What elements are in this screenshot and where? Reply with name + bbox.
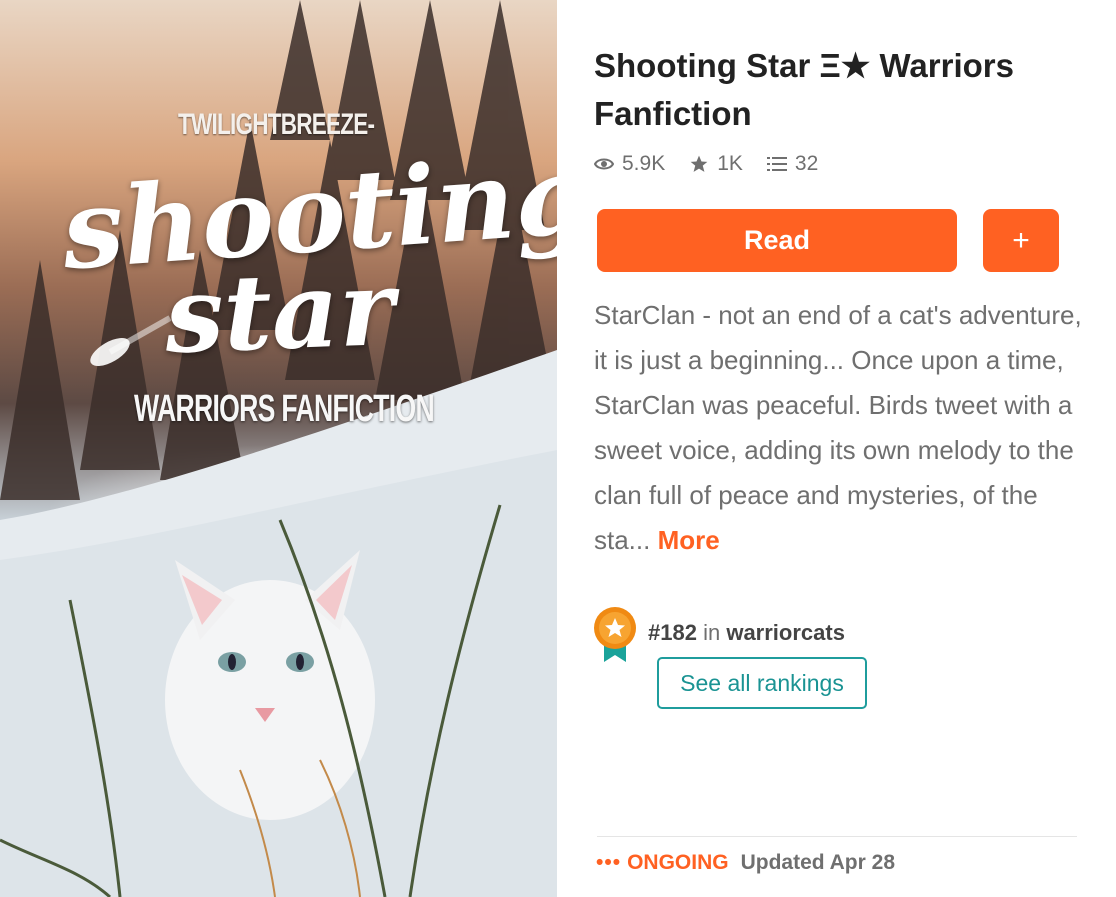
votes-count: 1K (717, 152, 743, 175)
ranking-text: #182 in warriorcats (648, 620, 845, 646)
description-text: StarClan - not an end of a cat's adventu… (594, 300, 1082, 555)
rank-in: in (703, 620, 721, 645)
story-title: Shooting Star Ξ★ Warriors Fanfiction (594, 47, 1014, 132)
cat-illustration (165, 550, 375, 820)
read-button[interactable]: Read (597, 209, 957, 272)
parts-count: 32 (794, 152, 819, 175)
cover-subtitle: WARRIORS FANFICTION (134, 388, 435, 430)
book-cover: TWILIGHTBREEZE- shooting star WARRIORS F… (0, 0, 557, 897)
ranking-medal-icon (594, 607, 636, 662)
star-icon (690, 155, 708, 172)
rank-number: #182 (648, 620, 697, 645)
votes-stat: 1K (689, 152, 743, 176)
story-stats: 5.9K 1K 32 (594, 152, 842, 176)
rank-tag: warriorcats (726, 620, 845, 645)
see-all-rankings-button[interactable]: See all rankings (657, 657, 867, 709)
cover-title-line2: star (162, 246, 396, 377)
divider (597, 836, 1077, 837)
list-icon (766, 157, 787, 171)
reads-count: 5.9K (622, 152, 666, 175)
cover-author: TWILIGHTBREEZE- (178, 108, 375, 141)
eye-icon (594, 158, 614, 170)
story-status: ••• ONGOING Updated Apr 28 (596, 851, 895, 875)
add-to-library-button[interactable]: + (983, 209, 1059, 272)
parts-stat: 32 (766, 152, 819, 176)
ongoing-dots-icon: ••• (596, 851, 622, 874)
story-description: StarClan - not an end of a cat's adventu… (594, 293, 1084, 563)
status-label: ONGOING (627, 851, 729, 874)
updated-date: Updated Apr 28 (740, 851, 895, 874)
more-link[interactable]: More (658, 525, 720, 555)
reads-stat: 5.9K (594, 152, 665, 176)
